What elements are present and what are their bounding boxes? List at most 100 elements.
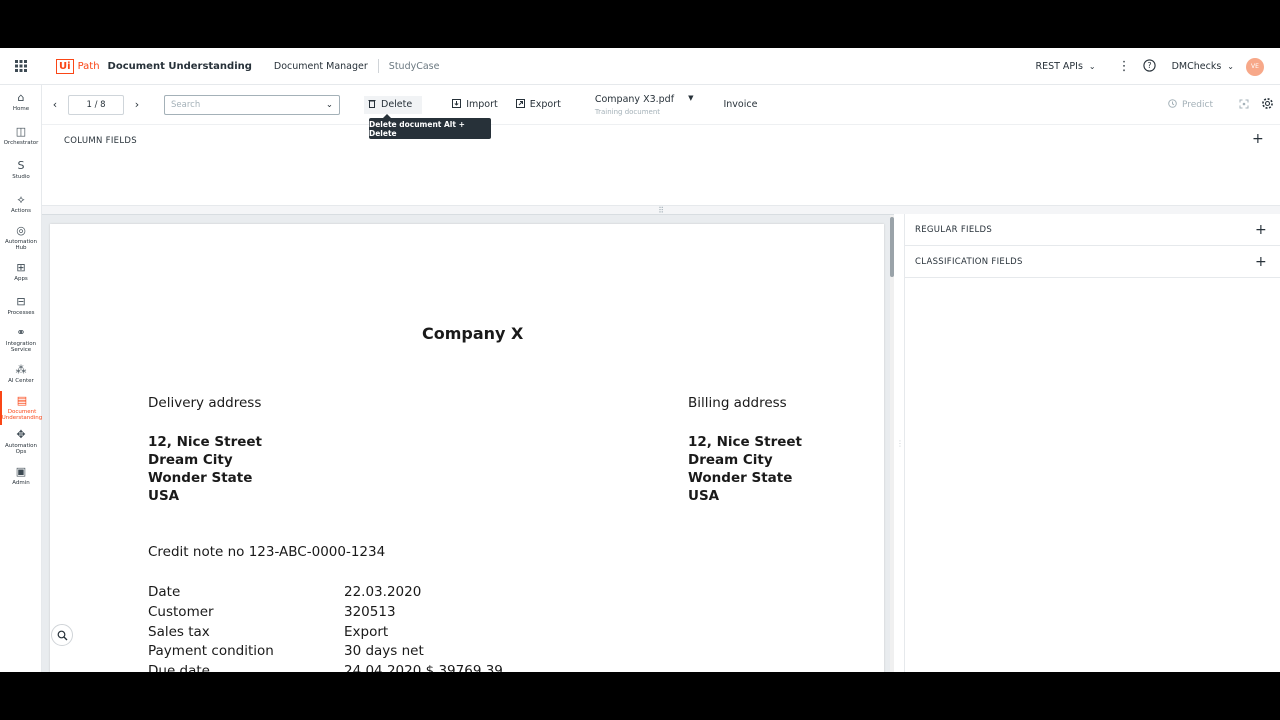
orchestrator-icon: ◫ <box>15 125 27 138</box>
nav-item-admin[interactable]: ▣ Admin <box>0 459 42 493</box>
search-input[interactable]: Search ⌄ <box>164 94 340 115</box>
export-label: Export <box>529 99 561 110</box>
nav-item-label: Integration Service <box>5 341 37 353</box>
home-icon: ⌂ <box>17 91 25 104</box>
add-regular-field-icon[interactable]: + <box>1255 223 1267 237</box>
fit-screen-icon[interactable] <box>1239 99 1249 112</box>
detail-value[interactable]: Export <box>344 624 388 640</box>
nav-item-apps[interactable]: ⊞ Apps <box>0 255 42 289</box>
nav-item-label: AI Center <box>8 378 34 384</box>
vertical-splitter-handle[interactable]: ⋮ <box>896 214 904 672</box>
viewer-scrollbar-thumb[interactable] <box>890 217 894 277</box>
detail-label[interactable]: Sales tax <box>148 624 210 640</box>
apps-icon: ⊞ <box>16 261 26 274</box>
nav-item-automation-ops[interactable]: ✥ Automation Ops <box>0 425 42 459</box>
zoom-search-icon[interactable] <box>51 624 73 646</box>
detail-value[interactable]: 22.03.2020 <box>344 584 421 600</box>
caret-down-icon: ▼ <box>688 93 694 102</box>
svg-text:?: ? <box>1147 61 1151 70</box>
regular-fields-section[interactable]: REGULAR FIELDS + <box>905 214 1280 246</box>
delivery-heading[interactable]: Delivery address <box>148 395 261 411</box>
nav-item-label: Apps <box>14 276 28 282</box>
uipath-logo[interactable]: Ui Path Document Understanding <box>56 58 252 74</box>
delivery-line[interactable]: USA <box>148 488 179 504</box>
column-fields-title: COLUMN FIELDS <box>64 136 137 146</box>
breadcrumb-document-manager[interactable]: Document Manager <box>274 61 368 72</box>
delivery-line[interactable]: Wonder State <box>148 470 252 486</box>
document-type[interactable]: Invoice <box>723 99 757 110</box>
breadcrumb-separator <box>377 59 379 73</box>
nav-item-label: Actions <box>10 208 32 214</box>
chevron-down-icon: ⌄ <box>325 99 333 110</box>
tenant-label: DMChecks <box>1171 61 1222 72</box>
app-launcher-icon[interactable] <box>0 60 42 72</box>
detail-label[interactable]: Payment condition <box>148 643 274 659</box>
billing-line[interactable]: USA <box>688 488 719 504</box>
detail-label[interactable]: Date <box>148 584 180 600</box>
add-column-field-icon[interactable]: + <box>1252 132 1264 146</box>
import-button[interactable]: Import <box>452 98 498 111</box>
rest-apis-dropdown[interactable]: REST APIs ⌄ <box>1035 61 1095 72</box>
delete-tooltip: Delete document Alt + Delete <box>369 114 491 139</box>
rest-apis-label: REST APIs <box>1035 61 1083 72</box>
nav-item-label: Document Understanding <box>1 409 43 421</box>
previous-document-icon[interactable]: ‹ <box>42 98 68 111</box>
billing-line[interactable]: 12, Nice Street <box>688 434 802 450</box>
automation-ops-icon: ✥ <box>16 428 26 441</box>
billing-heading[interactable]: Billing address <box>688 395 787 411</box>
detail-label[interactable]: Customer <box>148 604 214 620</box>
delivery-line[interactable]: Dream City <box>148 452 233 468</box>
nav-item-integration-service[interactable]: ⚭ Integration Service <box>0 323 42 357</box>
page-indicator[interactable]: 1 / 8 <box>68 94 124 115</box>
tenant-dropdown[interactable]: DMChecks ⌄ <box>1172 61 1234 72</box>
next-document-icon[interactable]: › <box>124 98 150 111</box>
left-nav: ⌂ Home ◫ Orchestrator S Studio ⟡ Actions ◎ Automa… <box>0 85 42 672</box>
viewer-scrollbar[interactable] <box>890 215 894 672</box>
avatar[interactable]: VE <box>1246 57 1264 76</box>
delivery-line[interactable]: 12, Nice Street <box>148 434 262 450</box>
nav-item-automation-hub[interactable]: ◎ Automation Hub <box>0 221 42 255</box>
detail-value[interactable]: 320513 <box>344 604 396 620</box>
add-classification-field-icon[interactable]: + <box>1255 255 1267 269</box>
nav-item-home[interactable]: ⌂ Home <box>0 85 42 119</box>
nav-item-actions[interactable]: ⟡ Actions <box>0 187 42 221</box>
predict-button[interactable]: Predict <box>1168 99 1213 111</box>
nav-item-document-understanding[interactable]: ▤ Document Understanding <box>0 391 42 425</box>
settings-gear-icon[interactable] <box>1261 97 1274 113</box>
export-button[interactable]: Export <box>515 98 561 111</box>
nav-item-label: Orchestrator <box>3 140 39 146</box>
delete-button[interactable]: Delete <box>364 95 423 114</box>
more-options-icon[interactable]: ⋮ <box>1118 59 1131 74</box>
nav-item-orchestrator[interactable]: ◫ Orchestrator <box>0 119 42 153</box>
help-icon[interactable]: ? <box>1142 58 1156 75</box>
import-label: Import <box>466 99 498 110</box>
classification-fields-section[interactable]: CLASSIFICATION FIELDS + <box>905 246 1280 278</box>
breadcrumb-project[interactable]: StudyCase <box>389 61 440 72</box>
nav-item-processes[interactable]: ⊟ Processes <box>0 289 42 323</box>
detail-value[interactable]: 24.04.2020 $ 39769.39 <box>344 663 503 672</box>
document-understanding-icon: ▤ <box>16 394 28 407</box>
app-screen: Ui Path Document Understanding Document … <box>0 48 1280 672</box>
top-right-actions: REST APIs ⌄ ⋮ ? DMChecks ⌄ VE <box>1035 48 1280 85</box>
document-status: Training document <box>594 107 661 116</box>
admin-icon: ▣ <box>15 465 27 478</box>
classification-fields-title: CLASSIFICATION FIELDS <box>915 256 1023 267</box>
document-selector[interactable]: Company X3.pdf ▼ Training document <box>595 94 694 116</box>
nav-item-ai-center[interactable]: ⁂ AI Center <box>0 357 42 391</box>
top-bar: Ui Path Document Understanding Document … <box>0 48 1280 85</box>
credit-note-number[interactable]: Credit note no 123-ABC-0000-1234 <box>148 544 385 560</box>
billing-line[interactable]: Wonder State <box>688 470 792 486</box>
detail-label[interactable]: Due date <box>148 663 210 672</box>
detail-value[interactable]: 30 days net <box>344 643 424 659</box>
actions-icon: ⟡ <box>17 193 25 206</box>
nav-item-studio[interactable]: S Studio <box>0 153 42 187</box>
predict-icon <box>1168 99 1177 111</box>
fields-panel: REGULAR FIELDS + CLASSIFICATION FIELDS + <box>904 214 1280 672</box>
nav-item-label: Home <box>12 106 30 112</box>
company-name[interactable]: Company X <box>422 324 523 343</box>
billing-line[interactable]: Dream City <box>688 452 773 468</box>
chevron-down-icon: ⌄ <box>1088 62 1096 71</box>
import-icon <box>452 98 462 111</box>
horizontal-splitter-handle[interactable]: ⠿ <box>42 206 1280 215</box>
nav-item-label: Admin <box>12 480 30 486</box>
